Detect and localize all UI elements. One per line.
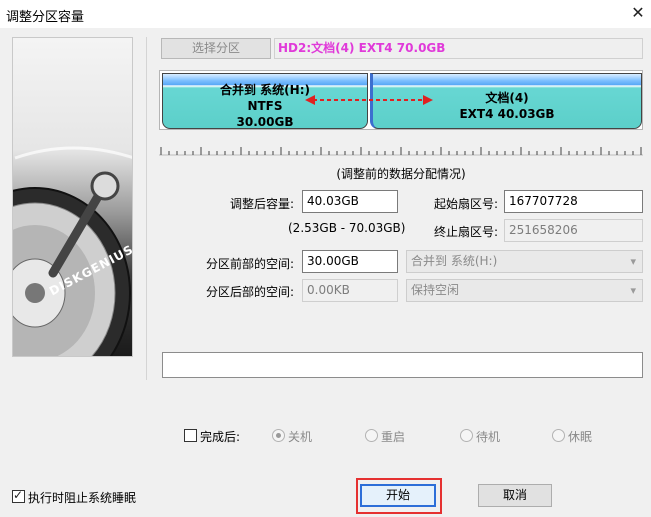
size-label: 调整后容量: bbox=[229, 197, 294, 211]
start-sector-input[interactable]: 167707728 bbox=[504, 190, 643, 213]
start-button-highlight bbox=[356, 478, 442, 514]
after-space-input: 0.00KB bbox=[302, 279, 398, 302]
after-space-label: 分区后部的空间: bbox=[205, 285, 294, 299]
hard-disk-icon bbox=[13, 146, 132, 356]
cancel-button[interactable]: 取消 bbox=[478, 484, 552, 507]
partition-left-size: 30.00GB bbox=[236, 115, 294, 129]
after-space-action-select: 保持空闲 ▾ bbox=[406, 279, 643, 302]
after-space-action-value: 保持空闲 bbox=[411, 283, 460, 297]
close-icon[interactable]: ✕ bbox=[628, 3, 648, 23]
prevent-sleep-checkbox[interactable] bbox=[12, 488, 25, 503]
resize-arrow-icon[interactable] bbox=[305, 95, 433, 105]
window-title: 调整分区容量 bbox=[6, 10, 85, 25]
radio-hibernate-label: 休眠 bbox=[568, 430, 593, 444]
radio-standby[interactable] bbox=[460, 429, 473, 442]
size-range: (2.53GB - 70.03GB) bbox=[288, 221, 406, 235]
before-space-input[interactable]: 30.00GB bbox=[302, 250, 398, 273]
chevron-down-icon: ▾ bbox=[630, 284, 636, 297]
radio-shutdown[interactable] bbox=[272, 429, 285, 442]
prevent-sleep-label: 执行时阻止系统睡眠 bbox=[28, 491, 137, 505]
radio-restart-label: 重启 bbox=[381, 430, 406, 444]
radio-shutdown-label: 关机 bbox=[288, 430, 313, 444]
radio-hibernate[interactable] bbox=[552, 429, 565, 442]
before-space-action-value: 合并到 系统(H:) bbox=[411, 254, 498, 268]
partition-right-fs-size: EXT4 40.03GB bbox=[459, 107, 555, 121]
size-input[interactable]: 40.03GB bbox=[302, 190, 398, 213]
separator bbox=[146, 37, 147, 380]
start-sector-label: 起始扇区号: bbox=[433, 197, 498, 211]
title-bar: 调整分区容量 ✕ bbox=[0, 0, 651, 28]
map-caption: (调整前的数据分配情况) bbox=[336, 167, 466, 181]
before-space-label: 分区前部的空间: bbox=[205, 257, 294, 271]
select-partition-button[interactable]: 选择分区 bbox=[161, 38, 271, 59]
before-space-action-select: 合并到 系统(H:) ▾ bbox=[406, 250, 643, 273]
end-sector-input: 251658206 bbox=[504, 219, 643, 242]
diskgenius-disk-image: DISKGENIUS bbox=[12, 37, 133, 357]
radio-restart[interactable] bbox=[365, 429, 378, 442]
progress-bar bbox=[162, 352, 643, 378]
radio-standby-label: 待机 bbox=[476, 430, 501, 444]
disk-label: HD2:文档(4) EXT4 70.0GB bbox=[274, 38, 643, 59]
chevron-down-icon: ▾ bbox=[630, 255, 636, 268]
completion-label: 完成后: bbox=[200, 430, 241, 444]
sector-ruler bbox=[159, 147, 643, 156]
end-sector-label: 终止扇区号: bbox=[433, 225, 498, 239]
completion-checkbox[interactable] bbox=[184, 429, 197, 442]
